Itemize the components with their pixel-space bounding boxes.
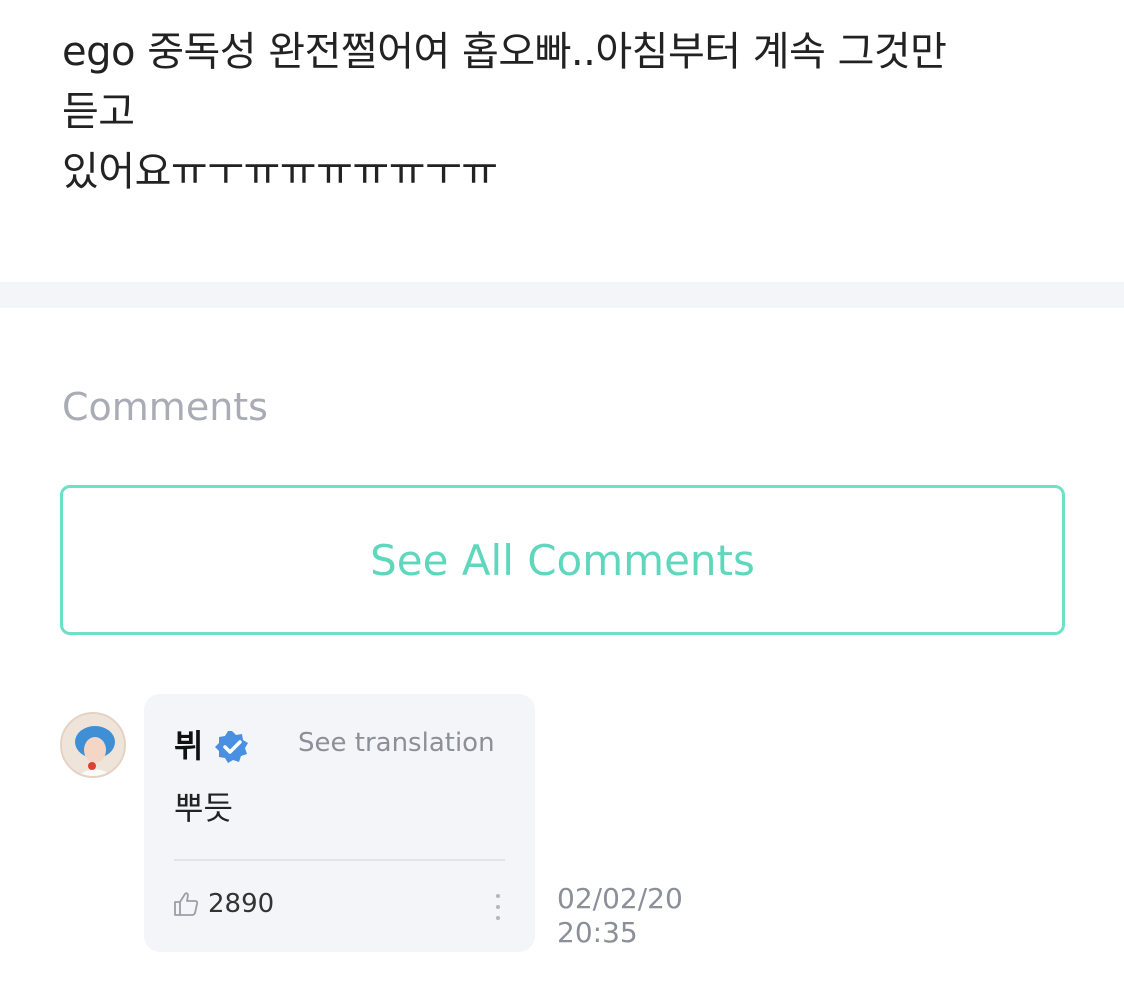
comments-heading: Comments	[62, 385, 268, 429]
post-body: ego 중독성 완전쩔어여 홉오빠..아침부터 계속 그것만 듣고 있어요ㅠㅜㅠ…	[62, 22, 1072, 202]
more-vertical-icon[interactable]	[492, 894, 504, 920]
more-dot	[496, 894, 500, 898]
avatar-image	[62, 714, 124, 776]
post-line: 듣고	[62, 89, 135, 135]
thumbs-up-icon	[174, 892, 199, 916]
comment-bubble: 뷔 See translation 뿌듯 2890	[144, 694, 535, 952]
see-all-comments-button[interactable]: See All Comments	[60, 485, 1065, 635]
post-line: ego 중독성 완전쩔어여 홉오빠..아침부터 계속 그것만	[62, 29, 947, 75]
more-dot	[496, 916, 500, 920]
like-count: 2890	[208, 889, 275, 919]
verified-badge-icon	[215, 731, 248, 763]
post-line: 있어요ㅠㅜㅠㅠㅠㅠㅠㅜㅠ	[62, 149, 498, 195]
comment-time: 20:35	[557, 916, 638, 949]
comment-text: 뿌듯	[174, 789, 233, 827]
see-translation-link[interactable]: See translation	[298, 726, 495, 760]
avatar[interactable]	[60, 712, 126, 778]
section-divider	[0, 282, 1124, 308]
comment-author[interactable]: 뷔	[174, 724, 203, 768]
like-button[interactable]: 2890	[172, 887, 274, 921]
more-dot	[496, 905, 500, 909]
comment-timestamp: 02/02/20 20:35	[557, 882, 683, 950]
comment-date: 02/02/20	[557, 882, 683, 915]
comment-divider	[174, 859, 505, 861]
